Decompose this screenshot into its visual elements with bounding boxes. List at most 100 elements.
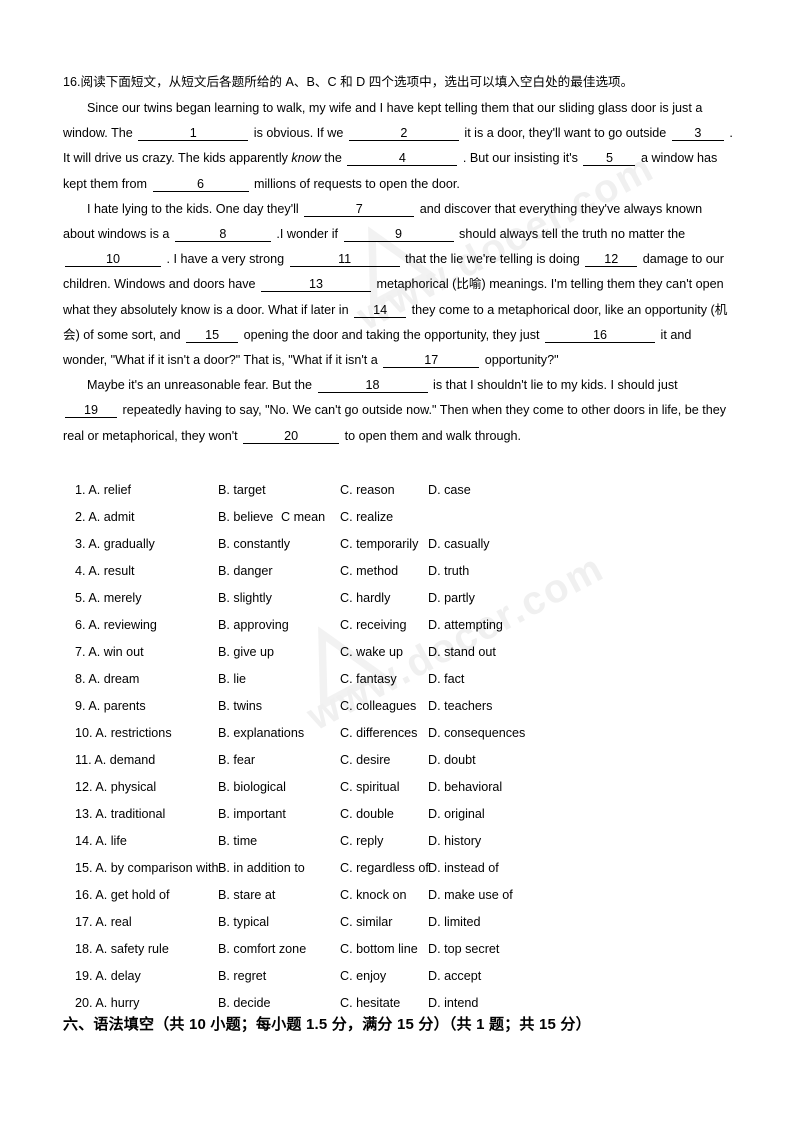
option-c-label[interactable]: C. double [340,801,394,828]
blank-5[interactable]: 5 [583,148,636,167]
option-b-label[interactable]: B. give up [218,639,274,666]
option-c-label[interactable]: C. spiritual [340,774,400,801]
option-d-label[interactable]: D. history [428,828,481,855]
option-a-label[interactable]: A. restrictions [95,726,171,740]
blank-8[interactable]: 8 [174,224,271,243]
option-d-label[interactable]: D. teachers [428,693,492,720]
option-b-label[interactable]: B. regret [218,963,266,990]
option-a-label[interactable]: A. real [95,915,131,929]
option-b-label[interactable]: B. stare at [218,882,275,909]
option-c-label[interactable]: C. reason [340,477,395,504]
option-a-label[interactable]: A. life [95,834,127,848]
option-b-label[interactable]: B. target [218,477,266,504]
option-b-label[interactable]: B. typical [218,909,269,936]
option-c-label[interactable]: C. method [340,558,398,585]
option-d-label[interactable]: D. stand out [428,639,496,666]
option-b-label[interactable]: B. constantly [218,531,290,558]
option-d-label[interactable]: D. consequences [428,720,525,747]
blank-12[interactable]: 12 [585,249,638,268]
option-c-label[interactable]: C. temporarily [340,531,418,558]
option-b-label[interactable]: B. biological [218,774,286,801]
option-c-label[interactable]: C. regardless of [340,855,429,882]
option-a-label[interactable]: A. reviewing [88,618,157,632]
option-d-label[interactable]: D. truth [428,558,469,585]
blank-10[interactable]: 10 [65,249,161,268]
option-c-label[interactable]: C. receiving [340,612,407,639]
option-a-label[interactable]: A. traditional [95,807,165,821]
option-c-label[interactable]: C. desire [340,747,390,774]
blank-14[interactable]: 14 [354,300,407,318]
option-c-label[interactable]: C. differences [340,720,417,747]
blank-18[interactable]: 18 [317,375,428,394]
option-d-label[interactable]: D. case [428,477,471,504]
option-a-label[interactable]: A. relief [88,483,131,497]
blank-17[interactable]: 17 [383,350,480,369]
option-d-label[interactable]: D. partly [428,585,475,612]
option-a-label[interactable]: A. physical [95,780,156,794]
blank-1[interactable]: 1 [138,123,249,142]
option-c-label[interactable]: C. fantasy [340,666,397,693]
option-b-label[interactable]: B. important [218,801,286,828]
option-b-label[interactable]: B. fear [218,747,255,774]
option-c-label[interactable]: C. hardly [340,585,390,612]
option-b-label[interactable]: B. danger [218,558,273,585]
option-b-label[interactable]: B. explanations [218,720,304,747]
option-b-label[interactable]: B. time [218,828,257,855]
option-d-label[interactable]: D. accept [428,963,481,990]
blank-2[interactable]: 2 [348,123,459,142]
option-d-label[interactable]: D. fact [428,666,464,693]
blank-19[interactable]: 19 [65,400,117,419]
option-b-label[interactable]: B. slightly [218,585,272,612]
blank-7[interactable]: 7 [304,199,415,217]
option-c-label[interactable]: C. enjoy [340,963,386,990]
blank-4[interactable]: 4 [347,148,458,167]
option-a-label[interactable]: A. admit [88,510,134,524]
option-c-label[interactable]: C. reply [340,828,383,855]
option-c-label[interactable]: C. similar [340,909,392,936]
option-d-label[interactable]: D. top secret [428,936,499,963]
option-d-label[interactable]: D. original [428,801,485,828]
option-b-label[interactable]: B. in addition to [218,855,305,882]
option-b-label[interactable]: B. approving [218,612,289,639]
option-a-label[interactable]: A. delay [95,969,141,983]
option-d-label[interactable]: D. limited [428,909,480,936]
option-a-label[interactable]: A. gradually [88,537,155,551]
option-a-label[interactable]: A. result [88,564,134,578]
blank-13[interactable]: 13 [261,274,372,293]
option-c-label[interactable]: C. wake up [340,639,403,666]
blank-11[interactable]: 11 [289,249,400,268]
option-a-label[interactable]: A. hurry [95,996,139,1010]
option-d-label[interactable]: D. make use of [428,882,513,909]
option-a-label[interactable]: A. get hold of [95,888,169,902]
option-d-label[interactable]: D. casually [428,531,490,558]
option-row: 1. A. relief B. target C. reason D. case [63,477,743,504]
option-row: 17. A. real B. typical C. similar D. lim… [63,909,743,936]
option-c-label[interactable]: C. knock on [340,882,407,909]
blank-16[interactable]: 16 [545,325,656,343]
option-d-label[interactable]: D. instead of [428,855,499,882]
option-a-label[interactable]: A. win out [88,645,143,659]
blank-3[interactable]: 3 [671,123,724,142]
option-a-label[interactable]: A. demand [94,753,155,767]
option-a-label[interactable]: A. safety rule [95,942,169,956]
option-c-label[interactable]: C. realize [340,504,393,531]
option-b-label[interactable]: B. comfort zone [218,936,306,963]
blank-6[interactable]: 6 [152,174,249,192]
blank-9[interactable]: 9 [343,224,454,243]
option-d-label[interactable]: D. doubt [428,747,476,774]
blank-15[interactable]: 15 [186,325,239,343]
option-b-label[interactable]: B. believe [218,504,273,531]
option-a: 1. A. relief [75,477,131,504]
option-a-label[interactable]: A. merely [88,591,141,605]
option-c-label[interactable]: C. bottom line [340,936,418,963]
option-a-label[interactable]: A. by comparison with [95,861,218,875]
option-b-label[interactable]: B. twins [218,693,262,720]
option-b-label[interactable]: B. lie [218,666,246,693]
option-d-label[interactable]: D. attempting [428,612,503,639]
blank-20[interactable]: 20 [243,426,340,444]
option-a-label[interactable]: A. parents [88,699,145,713]
option-c-label[interactable]: C. colleagues [340,693,416,720]
p2-text-5: . I have a very strong [166,252,285,267]
option-d-label[interactable]: D. behavioral [428,774,502,801]
option-a-label[interactable]: A. dream [88,672,139,686]
